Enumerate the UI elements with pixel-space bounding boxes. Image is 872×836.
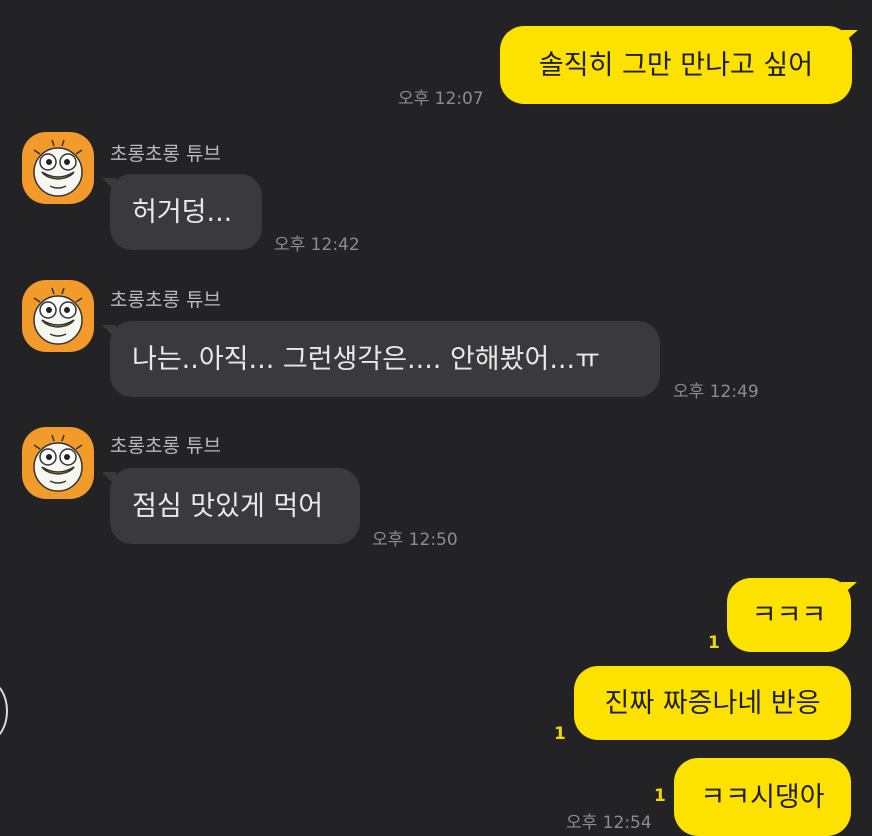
message-timestamp: 오후 12:42 [274,235,360,255]
message-timestamp: 오후 12:50 [372,530,458,550]
message-timestamp: 오후 12:49 [673,382,759,402]
bubble-tail [842,30,858,44]
scroll-button[interactable] [0,682,8,740]
contact-avatar[interactable] [22,280,94,352]
outgoing-message-bubble[interactable]: ㅋㅋ시댕아 [674,758,851,836]
message-text: 솔직히 그만 만나고 싶어 [538,49,814,81]
tube-duck-character-icon [33,139,83,197]
message-text: 나는..아직... 그런생각은.... 안해봤어...ㅠ [132,343,600,375]
unread-count: 1 [554,724,566,744]
outgoing-message-bubble[interactable]: ㅋㅋㅋ [727,578,851,652]
message-text: 허거덩... [132,196,233,228]
tube-duck-character-icon [33,434,83,492]
message-text: ㅋㅋ시댕아 [700,781,825,813]
incoming-message-bubble[interactable]: 나는..아직... 그런생각은.... 안해봤어...ㅠ [110,321,660,397]
outgoing-message-bubble[interactable]: 솔직히 그만 만나고 싶어 [500,26,852,104]
message-text: 진짜 짜증나네 반응 [604,687,821,719]
message-text: 점심 맛있게 먹어 [132,490,324,522]
outgoing-message-bubble[interactable]: 진짜 짜증나네 반응 [574,666,851,740]
sender-name: 초롱초롱 튜브 [110,289,221,311]
unread-count: 1 [654,786,666,806]
sender-name: 초롱초롱 튜브 [110,435,221,457]
incoming-message-bubble[interactable]: 허거덩... [110,174,262,250]
chat-messages-area[interactable]: 솔직히 그만 만나고 싶어 오후 12:07 초롱초롱 튜브 허거덩... 오후… [0,0,872,836]
contact-avatar[interactable] [22,427,94,499]
message-text: ㅋㅋㅋ [751,599,827,631]
incoming-message-bubble[interactable]: 점심 맛있게 먹어 [110,468,360,544]
message-timestamp: 오후 12:07 [398,89,484,109]
tube-duck-character-icon [33,287,83,345]
unread-count: 1 [708,633,720,653]
contact-avatar[interactable] [22,132,94,204]
bubble-tail [841,582,857,596]
sender-name: 초롱초롱 튜브 [110,143,221,165]
